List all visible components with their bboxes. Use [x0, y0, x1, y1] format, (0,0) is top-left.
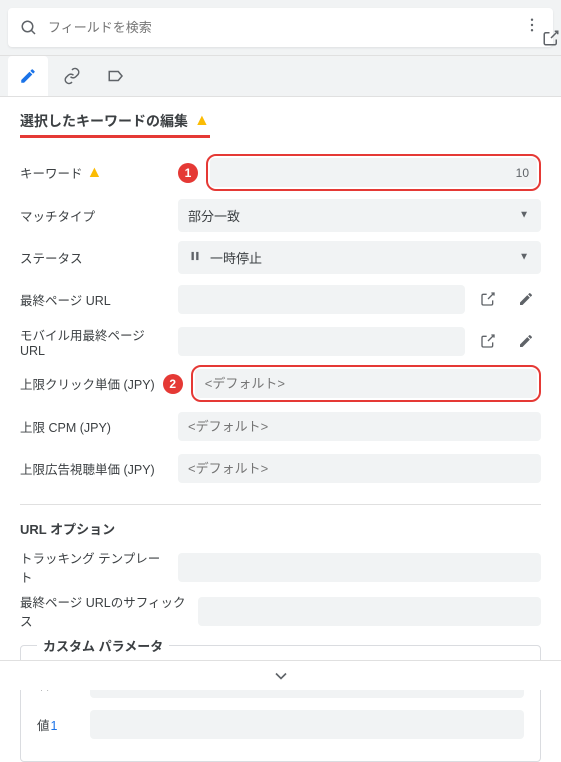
tracking-template-label: トラッキング テンプレート — [20, 548, 170, 586]
match-type-select[interactable]: 部分一致 ▼ — [178, 199, 541, 232]
match-type-label: マッチタイプ — [20, 206, 170, 225]
max-cpc-label: 上限クリック単価 (JPY) — [20, 374, 155, 393]
edit-mobile-url-button[interactable] — [511, 326, 541, 356]
annotation-badge-2: 2 — [163, 374, 183, 394]
url-options-title: URL オプション — [20, 519, 541, 538]
chevron-down-icon: ▼ — [519, 252, 529, 263]
warning-icon: ▲ — [87, 164, 103, 182]
keyword-input[interactable] — [210, 158, 537, 187]
custom-params-title: カスタム パラメータ — [37, 636, 169, 655]
keyword-counter: 10 — [516, 166, 529, 180]
param-value-input[interactable] — [90, 710, 524, 739]
mobile-final-url-input[interactable] — [178, 327, 465, 356]
final-url-suffix-input[interactable] — [198, 597, 541, 626]
status-select[interactable]: 一時停止 ▼ — [178, 241, 541, 274]
search-icon — [20, 19, 38, 37]
chevron-down-icon: ▼ — [519, 210, 529, 221]
annotation-badge-1: 1 — [178, 163, 198, 183]
tab-edit[interactable] — [8, 56, 48, 96]
max-cpm-input[interactable] — [178, 412, 541, 441]
section-title-text: 選択したキーワードの編集 — [20, 111, 188, 131]
tab-link[interactable] — [52, 56, 92, 96]
warning-icon: ▲ — [194, 112, 210, 130]
max-cpv-label: 上限広告視聴単価 (JPY) — [20, 459, 170, 478]
final-url-input[interactable] — [178, 285, 465, 314]
pause-icon — [188, 249, 202, 266]
tracking-template-input[interactable] — [178, 553, 541, 582]
param-value-label: 値1 — [37, 715, 82, 734]
expand-button[interactable] — [0, 660, 561, 690]
max-cpm-label: 上限 CPM (JPY) — [20, 417, 170, 436]
max-cpv-input[interactable] — [178, 454, 541, 483]
final-url-label: 最終ページ URL — [20, 290, 170, 309]
section-title: 選択したキーワードの編集 ▲ — [20, 111, 210, 138]
edit-url-button[interactable] — [511, 284, 541, 314]
max-cpc-input[interactable] — [195, 369, 537, 398]
mobile-final-url-label: モバイル用最終ページ URL — [20, 325, 170, 358]
status-label: ステータス — [20, 248, 170, 267]
tab-label[interactable] — [96, 56, 136, 96]
open-url-button[interactable] — [473, 284, 503, 314]
final-url-suffix-label: 最終ページ URLのサフィックス — [20, 592, 190, 630]
open-mobile-url-button[interactable] — [473, 326, 503, 356]
open-in-new-icon[interactable] — [537, 24, 561, 52]
search-input[interactable] — [48, 20, 513, 35]
keyword-label: キーワード ▲ — [20, 163, 170, 182]
